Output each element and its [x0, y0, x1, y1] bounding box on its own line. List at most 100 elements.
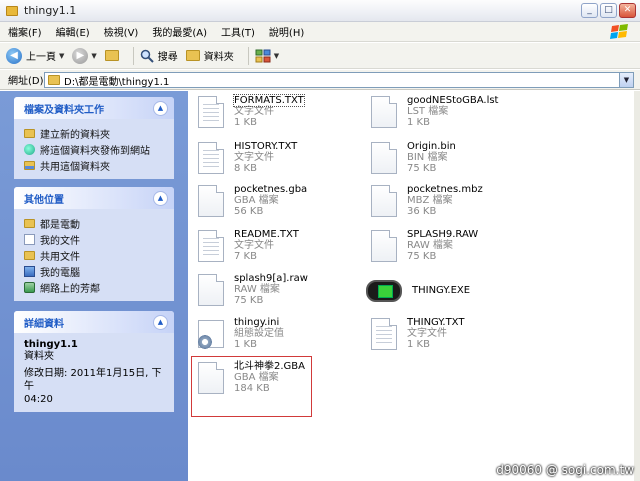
task-share-folder[interactable]: 共用這個資料夾	[24, 157, 164, 173]
file-type: 文字文件	[407, 328, 447, 339]
file-name: thingy.ini	[234, 317, 280, 328]
settings-file-icon	[197, 320, 224, 350]
up-folder-button[interactable]	[104, 50, 119, 61]
folder-icon	[48, 75, 60, 85]
file-type: 組態設定值	[234, 328, 284, 339]
details-panel: 詳細資料 ▲ thingy1.1 資料夾 修改日期: 2011年1月15日, 下…	[14, 311, 174, 412]
file-type: LST 檔案	[407, 106, 449, 117]
file-size: 1 KB	[407, 117, 430, 128]
file-type: 文字文件	[234, 106, 274, 117]
forward-button[interactable]: ▶ ▼	[72, 47, 97, 64]
file-tasks-panel: 檔案及資料夾工作 ▲ 建立新的資料夾 將這個資料夾發佈到網站 共用這個資料夾	[14, 97, 174, 179]
place-network[interactable]: 網路上的芳鄰	[24, 279, 164, 295]
menu-edit[interactable]: 編輯(E)	[56, 24, 90, 39]
views-button[interactable]: ▼	[255, 49, 279, 63]
publish-web-icon	[24, 143, 35, 155]
file-size: 75 KB	[407, 163, 437, 174]
file-item[interactable]: thingy.ini 組態設定值 1 KB	[197, 316, 284, 352]
chevron-down-icon[interactable]: ▼	[91, 52, 96, 60]
views-icon	[255, 49, 271, 62]
chevron-down-icon[interactable]: ▼	[274, 52, 279, 60]
windows-logo-icon	[610, 24, 628, 39]
menu-help[interactable]: 說明(H)	[269, 24, 304, 39]
vertical-scrollbar[interactable]	[634, 91, 640, 481]
place-my-documents[interactable]: 我的文件	[24, 231, 164, 247]
place-label: 我的電腦	[40, 267, 80, 279]
forward-arrow-icon: ▶	[72, 47, 89, 64]
back-arrow-icon: ◀	[6, 47, 22, 64]
collapse-chevron-icon[interactable]: ▲	[153, 190, 168, 206]
file-name: SPLASH9.RAW	[407, 229, 479, 240]
back-button[interactable]: ◀ 上一頁 ▼	[6, 47, 64, 64]
details-header[interactable]: 詳細資料 ▲	[14, 311, 174, 333]
file-item[interactable]: README.TXT 文字文件 7 KB	[198, 228, 299, 264]
folder-icon	[6, 5, 18, 16]
file-size: 56 KB	[234, 206, 264, 217]
window-controls: _ □ ✕	[581, 3, 636, 18]
file-type: RAW 檔案	[407, 240, 453, 251]
menu-view[interactable]: 檢視(V)	[104, 24, 139, 39]
address-path: D:\都是電動\thingy1.1	[64, 76, 170, 88]
toolbar-divider	[132, 46, 134, 65]
file-item[interactable]: THINGY.EXE	[366, 274, 470, 310]
file-name: FORMATS.TXT	[233, 94, 305, 107]
address-dropdown-button[interactable]: ▼	[619, 73, 633, 87]
file-item[interactable]: Origin.bin BIN 檔案 75 KB	[371, 140, 456, 176]
file-item[interactable]: splash9[a].raw RAW 檔案 75 KB	[198, 272, 308, 308]
toolbar: ◀ 上一頁 ▼ ▶ ▼ 搜尋 資料夾 ▼	[0, 43, 640, 69]
other-places-panel: 其他位置 ▲ 都是電動 我的文件 共用文件 我的電腦 網路上的芳鄰	[14, 187, 174, 301]
menu-file[interactable]: 檔案(F)	[8, 24, 42, 39]
file-type: 文字文件	[234, 240, 274, 251]
file-item[interactable]: SPLASH9.RAW RAW 檔案 75 KB	[371, 228, 478, 264]
other-places-header[interactable]: 其他位置 ▲	[14, 187, 174, 209]
file-tasks-header[interactable]: 檔案及資料夾工作 ▲	[14, 97, 174, 119]
file-size: 75 KB	[407, 251, 437, 262]
collapse-chevron-icon[interactable]: ▲	[153, 100, 168, 116]
task-pane: 檔案及資料夾工作 ▲ 建立新的資料夾 將這個資料夾發佈到網站 共用這個資料夾 其…	[0, 91, 188, 481]
menu-bar: 檔案(F) 編輯(E) 檢視(V) 我的最愛(A) 工具(T) 說明(H)	[0, 22, 640, 42]
menu-favorites[interactable]: 我的最愛(A)	[152, 24, 207, 39]
file-size: 7 KB	[234, 251, 257, 262]
menu-tools[interactable]: 工具(T)	[221, 24, 255, 39]
file-icon	[198, 185, 224, 217]
place-my-computer[interactable]: 我的電腦	[24, 263, 164, 279]
file-name: goodNEStoGBA.lst	[407, 95, 499, 106]
address-input[interactable]: D:\都是電動\thingy1.1 ▼	[44, 72, 634, 88]
task-publish-web[interactable]: 將這個資料夾發佈到網站	[24, 141, 164, 157]
search-button[interactable]: 搜尋	[140, 48, 178, 63]
file-item[interactable]: pocketnes.gba GBA 檔案 56 KB	[198, 183, 307, 219]
folders-button[interactable]: 資料夾	[185, 48, 234, 63]
shared-folder-icon	[24, 250, 35, 260]
minimize-button[interactable]: _	[581, 3, 598, 18]
details-name: thingy1.1	[24, 339, 78, 350]
file-tasks-title: 檔案及資料夾工作	[24, 104, 104, 116]
task-new-folder[interactable]: 建立新的資料夾	[24, 125, 164, 141]
details-type: 資料夾	[24, 351, 54, 362]
address-bar: 網址(D) D:\都是電動\thingy1.1 ▼	[0, 70, 640, 90]
other-places-title: 其他位置	[24, 194, 64, 206]
highlight-annotation	[191, 356, 312, 417]
share-folder-icon	[24, 160, 35, 170]
file-size: 8 KB	[234, 163, 257, 174]
file-item[interactable]: HISTORY.TXT 文字文件 8 KB	[198, 140, 297, 176]
maximize-button[interactable]: □	[600, 3, 617, 18]
file-item[interactable]: THINGY.TXT 文字文件 1 KB	[371, 316, 464, 352]
close-button[interactable]: ✕	[619, 3, 636, 18]
up-folder-icon	[104, 50, 119, 61]
file-item[interactable]: pocketnes.mbz MBZ 檔案 36 KB	[371, 183, 483, 219]
collapse-chevron-icon[interactable]: ▲	[153, 314, 168, 330]
place-shared-documents[interactable]: 共用文件	[24, 247, 164, 263]
file-item[interactable]: FORMATS.TXT 文字文件 1 KB	[198, 94, 305, 130]
file-item[interactable]: goodNEStoGBA.lst LST 檔案 1 KB	[371, 94, 498, 130]
toolbar-divider	[247, 46, 249, 65]
text-file-icon	[198, 142, 224, 174]
search-label: 搜尋	[157, 52, 178, 63]
file-name: HISTORY.TXT	[234, 141, 298, 152]
chevron-down-icon[interactable]: ▼	[59, 52, 64, 60]
place-games-folder[interactable]: 都是電動	[24, 215, 164, 231]
gameboy-icon	[366, 280, 402, 302]
place-label: 我的文件	[40, 235, 80, 247]
address-label: 網址(D)	[8, 76, 44, 87]
file-name: README.TXT	[234, 229, 299, 240]
file-type: RAW 檔案	[234, 284, 280, 295]
